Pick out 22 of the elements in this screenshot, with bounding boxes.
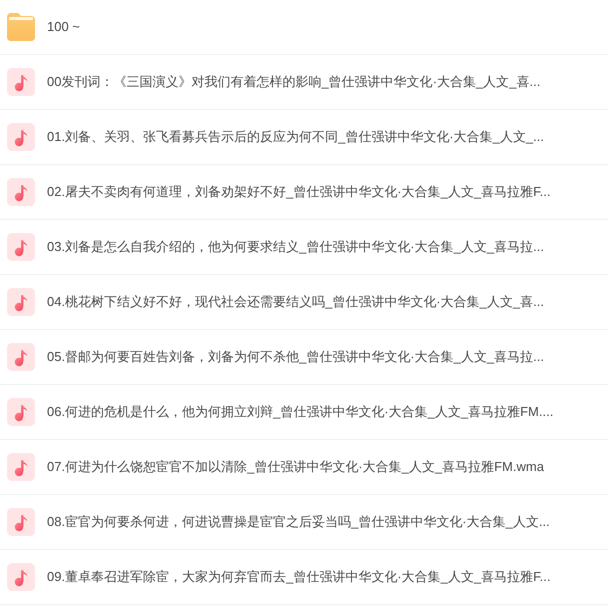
file-name[interactable]: 06.何进的危机是什么，他为何拥立刘辩_曾仕强讲中华文化·大合集_人文_喜马拉雅FM....	[47, 404, 554, 420]
music-note-icon	[7, 233, 35, 261]
music-note-icon	[7, 453, 35, 481]
file-name[interactable]: 02.屠夫不卖肉有何道理，刘备劝架好不好_曾仕强讲中华文化·大合集_人文_喜马拉雅F...	[47, 184, 550, 200]
music-note-icon	[7, 68, 35, 96]
file-name[interactable]: 03.刘备是怎么自我介绍的，他为何要求结义_曾仕强讲中华文化·大合集_人文_喜马拉...	[47, 238, 544, 256]
music-note-icon	[7, 508, 35, 536]
file-name[interactable]: 00发刊词：《三国演义》对我们有着怎样的影响_曾仕强讲中华文化·大合集_人文_喜...	[47, 74, 540, 90]
music-note-icon	[7, 398, 35, 426]
folder-icon	[7, 13, 35, 41]
file-name[interactable]: 09.董卓奉召进军除宦，大家为何弃官而去_曾仕强讲中华文化·大合集_人文_喜马拉雅F...	[47, 568, 550, 586]
music-note-icon	[7, 123, 35, 151]
music-note-icon	[7, 178, 35, 206]
file-name[interactable]: 07.何进为什么饶恕宦官不加以清除_曾仕强讲中华文化·大合集_人文_喜马拉雅FM.wma	[47, 458, 544, 476]
file-name[interactable]: 05.督邮为何要百姓告刘备，刘备为何不杀他_曾仕强讲中华文化·大合集_人文_喜马拉...	[47, 348, 544, 366]
music-note-icon	[7, 563, 35, 591]
file-name[interactable]: 01.刘备、关羽、张飞看募兵告示后的反应为何不同_曾仕强讲中华文化·大合集_人文_...	[47, 128, 544, 146]
file-name[interactable]: 04.桃花树下结义好不好，现代社会还需要结义吗_曾仕强讲中华文化·大合集_人文_喜...	[47, 294, 544, 310]
music-note-icon	[7, 288, 35, 316]
music-note-icon	[7, 343, 35, 371]
file-name[interactable]: 100 ~	[47, 18, 80, 36]
file-name[interactable]: 08.宦官为何要杀何进，何进说曹操是宦官之后妥当吗_曾仕强讲中华文化·大合集_人文...	[47, 514, 550, 530]
